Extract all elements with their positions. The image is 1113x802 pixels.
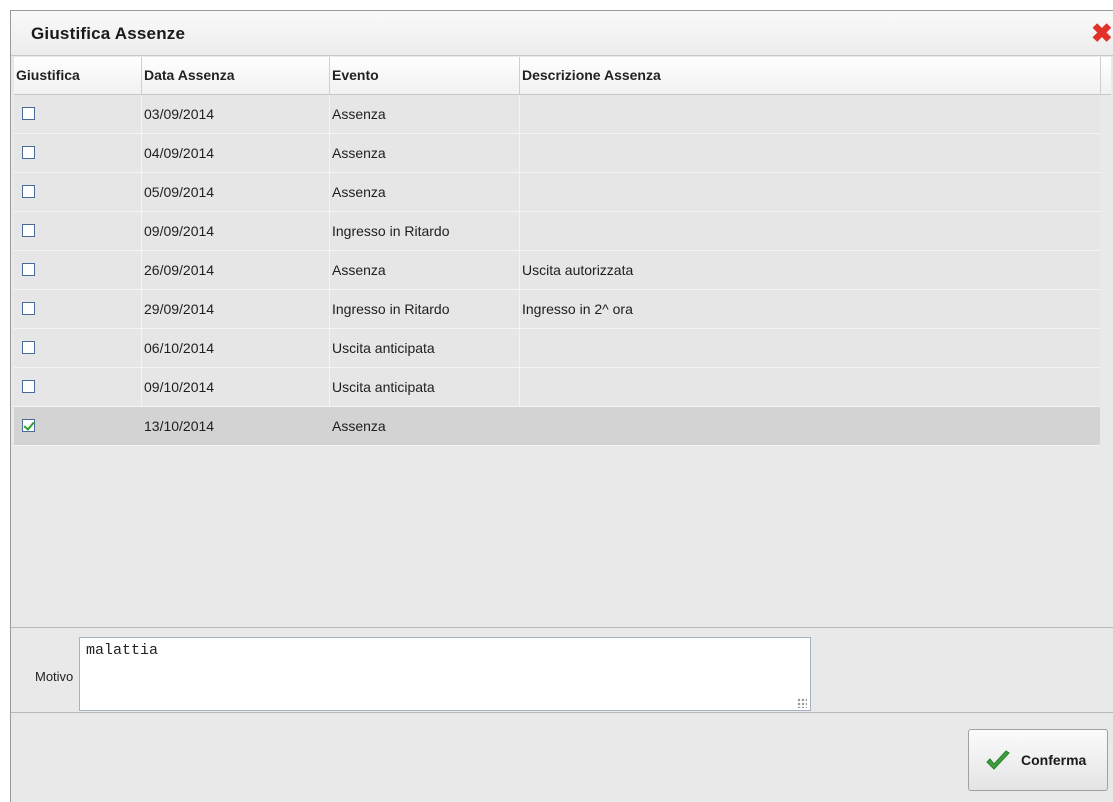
justify-checkbox[interactable]	[22, 146, 35, 159]
cell-giustifica	[14, 407, 142, 445]
justify-checkbox[interactable]	[22, 380, 35, 393]
cell-description	[520, 212, 1100, 250]
cell-date: 06/10/2014	[142, 329, 330, 367]
table-row[interactable]: 06/10/2014 Uscita anticipata	[14, 329, 1100, 368]
divider	[11, 712, 1113, 713]
cell-date: 13/10/2014	[144, 418, 215, 434]
cell-description: Ingresso in 2^ ora	[522, 301, 633, 317]
cell-description	[520, 329, 1100, 367]
table-row[interactable]: 05/09/2014 Assenza	[14, 173, 1100, 212]
cell-date: 04/09/2014	[142, 134, 330, 172]
resize-grip-icon[interactable]	[797, 698, 807, 708]
column-header-evento[interactable]: Evento	[330, 57, 520, 94]
cell-description	[520, 368, 1100, 406]
justify-absences-dialog: Giustifica Assenze ✖ Giustifica Data Ass…	[10, 10, 1113, 802]
column-header-data-assenza[interactable]: Data Assenza	[142, 57, 330, 94]
cell-description: Uscita autorizzata	[522, 262, 634, 278]
cell-event: Uscita anticipata	[330, 368, 520, 406]
cell-date: 09/10/2014	[142, 368, 330, 406]
cell-giustifica	[14, 329, 142, 367]
table-row[interactable]: 03/09/2014 Assenza	[14, 95, 1100, 134]
justify-checkbox[interactable]	[22, 224, 35, 237]
confirm-button-label: Conferma	[1021, 752, 1087, 768]
checkmark-icon	[986, 750, 1010, 770]
column-header-descrizione[interactable]: Descrizione Assenza	[520, 57, 1100, 94]
cell-date: 09/09/2014	[142, 212, 330, 250]
motivo-label: Motivo	[35, 669, 74, 684]
justify-checkbox[interactable]	[22, 419, 35, 432]
cell-date: 26/09/2014	[142, 251, 330, 289]
cell-event: Assenza	[330, 95, 520, 133]
cell-event: Assenza	[332, 418, 386, 434]
cell-event: Assenza	[330, 134, 520, 172]
cell-giustifica	[14, 95, 142, 133]
justify-checkbox[interactable]	[22, 302, 35, 315]
table-row[interactable]: 09/10/2014 Uscita anticipata	[14, 368, 1100, 407]
cell-description	[520, 173, 1100, 211]
cell-giustifica	[14, 173, 142, 211]
cell-giustifica	[14, 212, 142, 250]
cell-description	[520, 134, 1100, 172]
cell-giustifica	[14, 290, 142, 328]
cell-date: 05/09/2014	[142, 173, 330, 211]
table-row[interactable]: 04/09/2014 Assenza	[14, 134, 1100, 173]
dialog-titlebar: Giustifica Assenze ✖	[11, 11, 1113, 56]
table-row[interactable]: 13/10/2014 Assenza	[14, 407, 1100, 446]
cell-event: Ingresso in Ritardo	[330, 212, 520, 250]
table-row[interactable]: 09/09/2014 Ingresso in Ritardo	[14, 212, 1100, 251]
header-corner	[1100, 57, 1111, 95]
confirm-button[interactable]: Conferma	[968, 729, 1108, 791]
dialog-title: Giustifica Assenze	[31, 24, 186, 43]
cell-giustifica	[14, 368, 142, 406]
cell-event: Uscita anticipata	[330, 329, 520, 367]
justify-checkbox[interactable]	[22, 107, 35, 120]
cell-event: Ingresso in Ritardo	[330, 290, 520, 328]
close-icon[interactable]: ✖	[1091, 22, 1111, 44]
cell-giustifica	[14, 134, 142, 172]
motivo-textarea[interactable]	[79, 637, 811, 711]
cell-giustifica	[14, 251, 142, 289]
cell-date: 29/09/2014	[142, 290, 330, 328]
justify-checkbox[interactable]	[22, 341, 35, 354]
column-header-giustifica[interactable]: Giustifica	[14, 57, 142, 94]
table-body: 03/09/2014 Assenza 04/09/2014 Assenza 05/09/…	[14, 95, 1100, 446]
table-row[interactable]: 29/09/2014 Ingresso in Ritardo Ingresso in…	[14, 290, 1100, 329]
cell-event: Assenza	[330, 251, 520, 289]
cell-date: 03/09/2014	[142, 95, 330, 133]
cell-description	[520, 407, 1100, 445]
justify-checkbox[interactable]	[22, 263, 35, 276]
table-header: Giustifica Data Assenza Evento Descrizio…	[14, 57, 1100, 95]
justify-checkbox[interactable]	[22, 185, 35, 198]
cell-event: Assenza	[330, 173, 520, 211]
cell-description	[520, 95, 1100, 133]
absences-table: Giustifica Data Assenza Evento Descrizio…	[14, 57, 1111, 627]
divider	[11, 627, 1113, 628]
table-row[interactable]: 26/09/2014 Assenza Uscita autorizzata	[14, 251, 1100, 290]
